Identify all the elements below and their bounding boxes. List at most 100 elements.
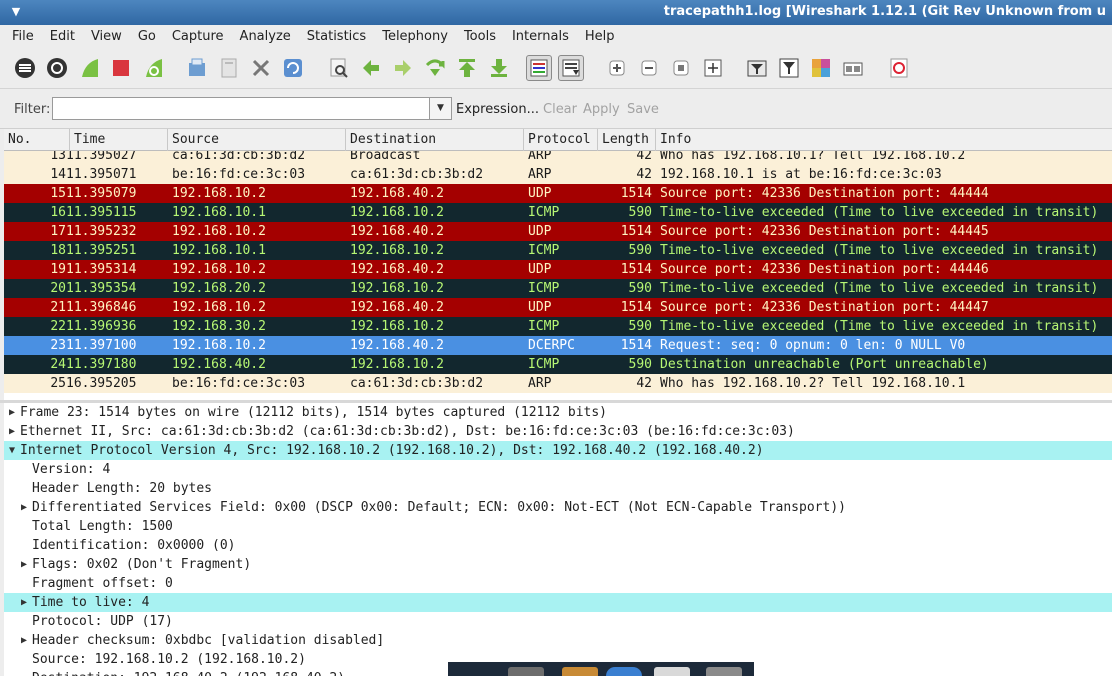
go-to-packet-icon[interactable] [422,55,448,81]
close-file-icon[interactable] [248,55,274,81]
column-header-length[interactable]: Length [598,129,656,151]
menu-internals[interactable]: Internals [504,29,577,44]
taskbar-editor-icon[interactable] [654,667,690,676]
packet-row[interactable]: 19 11.395314 192.168.10.2 192.168.40.2 UDP 15… [4,260,1112,279]
packet-row[interactable]: 15 11.395079 192.168.10.2 192.168.40.2 UDP 15… [4,184,1112,203]
interfaces-icon[interactable] [12,55,38,81]
detail-tree-item[interactable]: ▶ Differentiated Services Field: 0x00 (DS… [4,498,1112,517]
packet-details[interactable]: ▶ Frame 23: 1514 bytes on wire (12112 bit… [4,403,1112,676]
menu-capture[interactable]: Capture [164,29,232,44]
expression-button[interactable]: Expression... [456,102,539,117]
zoom-in-icon[interactable] [604,55,630,81]
zoom-out-icon[interactable] [636,55,662,81]
menu-analyze[interactable]: Analyze [232,29,299,44]
menu-help[interactable]: Help [577,29,623,44]
packet-row[interactable]: 14 11.395071 be:16:fd:ce:3c:03 ca:61:3d:cb:… [4,165,1112,184]
expand-arrow-icon[interactable]: ▶ [6,422,18,441]
packet-row[interactable]: 20 11.395354 192.168.20.2 192.168.10.2 ICMP 5… [4,279,1112,298]
save-file-icon[interactable] [216,55,242,81]
taskbar-folder-icon[interactable] [562,667,598,676]
expand-arrow-icon[interactable]: ▶ [6,403,18,422]
display-filters-icon[interactable] [776,55,802,81]
go-back-icon[interactable] [358,55,384,81]
detail-tree-item[interactable]: ▼ Internet Protocol Version 4, Src: 192.1… [4,441,1112,460]
help-icon[interactable] [886,55,912,81]
taskbar-app-icon[interactable] [706,667,742,676]
menu-edit[interactable]: Edit [42,29,83,44]
last-packet-icon[interactable] [486,55,512,81]
expand-arrow-icon[interactable]: ▶ [18,555,30,574]
apply-button[interactable]: Apply [583,102,620,117]
filter-dropdown-icon[interactable]: ▼ [430,97,452,120]
packet-cell-dst: 192.168.40.2 [350,338,444,353]
expand-arrow-icon[interactable]: ▶ [18,631,30,650]
packet-row[interactable]: 17 11.395232 192.168.10.2 192.168.40.2 UDP 15… [4,222,1112,241]
taskbar-browser-icon[interactable] [606,667,642,676]
expand-arrow-icon[interactable]: ▶ [18,498,30,517]
collapse-arrow-icon[interactable]: ▼ [6,441,18,460]
capture-filters-icon[interactable] [744,55,770,81]
detail-tree-text: Version: 4 [32,462,111,477]
menu-file[interactable]: File [4,29,42,44]
packet-cell-time: 11.396846 [66,300,137,315]
auto-scroll-icon[interactable] [558,55,584,81]
packet-cell-info: Destination unreachable (Port unreachabl… [660,357,989,372]
packet-cell-time: 11.395027 [66,151,137,163]
packet-cell-src: 192.168.10.2 [172,300,266,315]
detail-tree-item[interactable]: ▶ Header checksum: 0xbdbc [validation dis… [4,631,1112,650]
packet-row[interactable]: 16 11.395115 192.168.10.1 192.168.10.2 ICMP 5… [4,203,1112,222]
detail-tree-item[interactable]: ▶ Flags: 0x02 (Don't Fragment) [4,555,1112,574]
colorize-icon[interactable] [526,55,552,81]
preferences-icon[interactable] [840,55,866,81]
capture-options-icon[interactable] [44,55,70,81]
save-filter-button[interactable]: Save [627,102,659,117]
column-header-info[interactable]: Info [656,129,1112,151]
taskbar-terminal-icon[interactable] [508,667,544,676]
detail-tree-item[interactable]: ▶ Time to live: 4 [4,593,1112,612]
find-packet-icon[interactable] [326,55,352,81]
first-packet-icon[interactable] [454,55,480,81]
packet-row[interactable]: 21 11.396846 192.168.10.2 192.168.40.2 UDP 15… [4,298,1112,317]
column-header-protocol[interactable]: Protocol [524,129,598,151]
menu-tools[interactable]: Tools [456,29,504,44]
detail-tree-text: Destination: 192.168.40.2 (192.168.40.2) [32,669,345,676]
restart-capture-icon[interactable] [140,55,166,81]
packet-row[interactable]: 22 11.396936 192.168.30.2 192.168.10.2 ICMP 5… [4,317,1112,336]
detail-tree-item[interactable]: Protocol: UDP (17) [4,612,1112,631]
menu-view[interactable]: View [83,29,130,44]
start-capture-icon[interactable] [76,55,102,81]
detail-tree-item[interactable]: Header Length: 20 bytes [4,479,1112,498]
packet-list[interactable]: No. Time Source Destination Protocol Len… [4,129,1112,400]
packet-row[interactable]: 23 11.397100 192.168.10.2 192.168.40.2 DCERP… [4,336,1112,355]
coloring-rules-icon[interactable] [808,55,834,81]
detail-tree-item[interactable]: ▶ Frame 23: 1514 bytes on wire (12112 bit… [4,403,1112,422]
detail-tree-item[interactable]: ▶ Ethernet II, Src: ca:61:3d:cb:3b:d2 (ca… [4,422,1112,441]
display-filter-input[interactable] [52,97,430,120]
detail-tree-item[interactable]: Total Length: 1500 [4,517,1112,536]
expand-arrow-icon[interactable]: ▶ [18,593,30,612]
column-header-time[interactable]: Time [70,129,168,151]
stop-capture-icon[interactable] [108,55,134,81]
packet-row[interactable]: 13 11.395027 ca:61:3d:cb:3b:d2 Broadcast ARP… [4,151,1112,165]
menu-go[interactable]: Go [130,29,164,44]
column-header-source[interactable]: Source [168,129,346,151]
clear-button[interactable]: Clear [543,102,577,117]
packet-row[interactable]: 18 11.395251 192.168.10.1 192.168.10.2 ICMP 5… [4,241,1112,260]
detail-tree-item[interactable]: Version: 4 [4,460,1112,479]
menu-statistics[interactable]: Statistics [299,29,374,44]
menu-telephony[interactable]: Telephony [374,29,456,44]
column-header-no[interactable]: No. [4,129,70,151]
resize-columns-icon[interactable] [700,55,726,81]
normal-size-icon[interactable] [668,55,694,81]
detail-tree-item[interactable]: Fragment offset: 0 [4,574,1112,593]
reload-icon[interactable] [280,55,306,81]
packet-row[interactable]: 24 11.397180 192.168.40.2 192.168.10.2 ICMP 5… [4,355,1112,374]
detail-tree-text: Fragment offset: 0 [32,576,173,591]
packet-row[interactable]: 25 16.395205 be:16:fd:ce:3c:03 ca:61:3d:cb:… [4,374,1112,393]
packet-cell-len: 1514 [620,300,652,315]
window-menu-icon[interactable]: ▼ [8,4,24,20]
open-file-icon[interactable] [184,55,210,81]
go-forward-icon[interactable] [390,55,416,81]
column-header-destination[interactable]: Destination [346,129,524,151]
detail-tree-item[interactable]: Identification: 0x0000 (0) [4,536,1112,555]
